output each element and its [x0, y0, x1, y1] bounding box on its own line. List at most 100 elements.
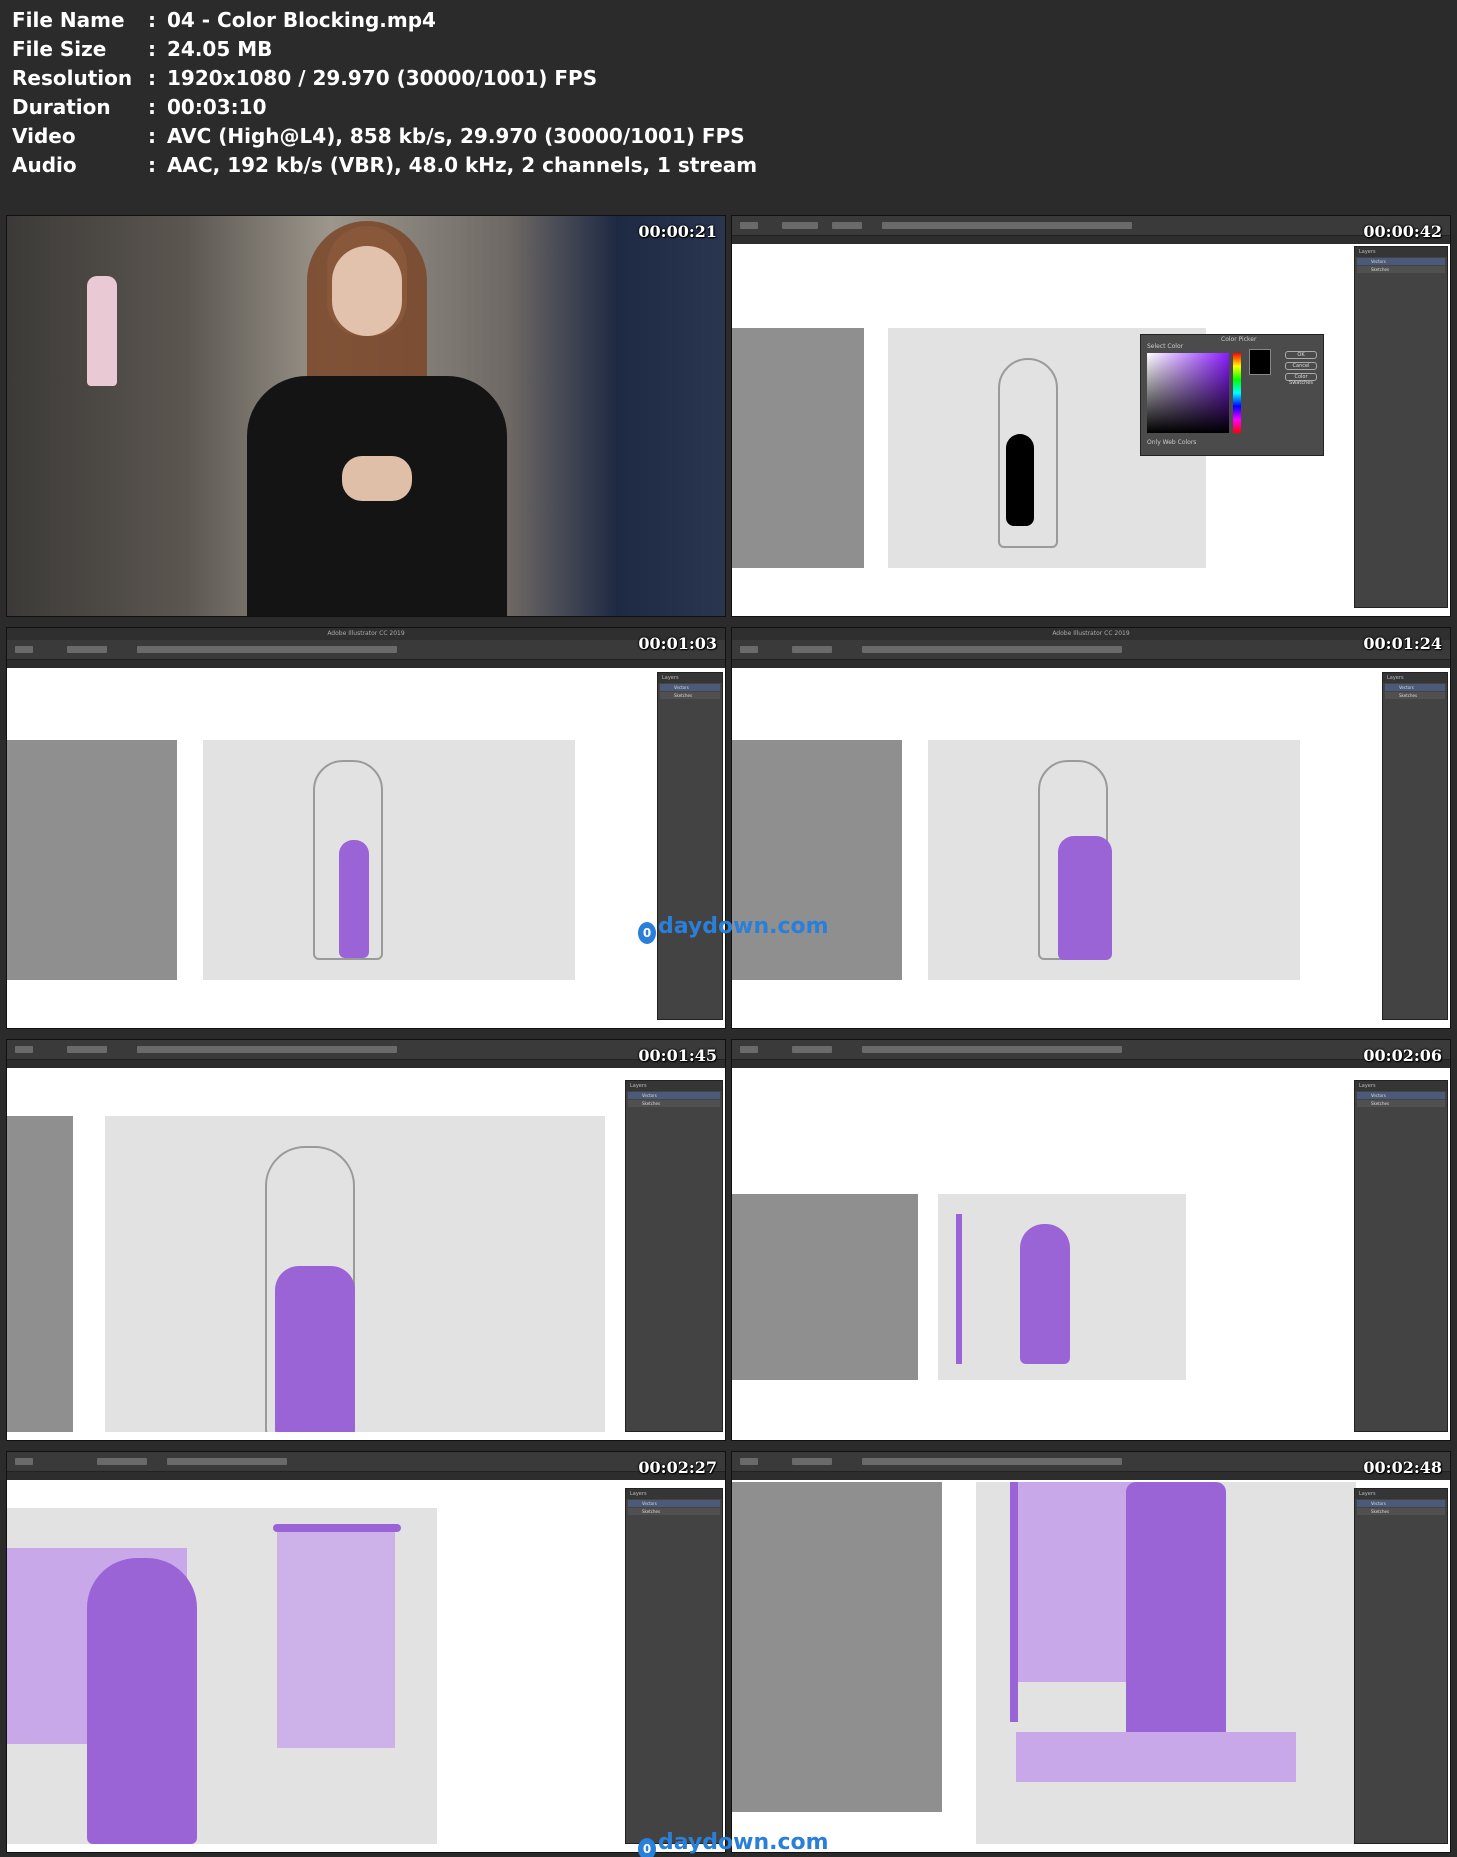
thumbnail-1[interactable]: 00:00:21 [6, 215, 726, 617]
layers-tab[interactable]: Layers [630, 1083, 647, 1089]
purple-pole [956, 1214, 962, 1364]
hue-slider[interactable] [1233, 353, 1241, 433]
only-web-colors-checkbox[interactable]: Only Web Colors [1147, 439, 1196, 446]
media-info-key: Resolution [12, 66, 133, 90]
media-info: File Name:04 - Color Blocking.mp4 File Si… [12, 6, 757, 180]
color-picker-dialog[interactable]: Color Picker Select Color OK Cancel Colo… [1140, 334, 1324, 456]
artboard-main [976, 1482, 1356, 1844]
control-bar [732, 640, 1450, 660]
artboard-sketch [732, 328, 864, 568]
layers-tab[interactable]: Layers [1387, 675, 1404, 681]
purple-figure [1020, 1224, 1070, 1364]
layer-sketches[interactable]: Sketches [1357, 1508, 1445, 1515]
timestamp: 00:02:48 [1363, 1458, 1442, 1477]
color-swatches-button[interactable]: Color Swatches [1285, 373, 1317, 386]
media-info-key: Video [12, 124, 76, 148]
layer-vectors[interactable]: Vectors [1357, 1500, 1445, 1507]
layer-vectors[interactable]: Vectors [628, 1500, 720, 1507]
thumbnail-7[interactable]: Layers Vectors Sketches 00:02:27 [6, 1451, 726, 1853]
layers-tab[interactable]: Layers [662, 675, 679, 681]
document-tab [732, 660, 1450, 668]
bottle [87, 276, 117, 386]
window-title: Adobe Illustrator CC 2019 [7, 628, 725, 640]
thumbnail-3[interactable]: Adobe Illustrator CC 2019 Layers Vectors… [6, 627, 726, 1029]
select-color-label: Select Color [1147, 343, 1184, 350]
layer-sketches[interactable]: Sketches [1357, 266, 1445, 273]
layers-panel[interactable]: Layers Vectors Sketches [1382, 672, 1448, 1020]
layer-sketches[interactable]: Sketches [628, 1508, 720, 1515]
layer-vectors[interactable]: Vectors [660, 684, 720, 691]
layers-panel[interactable]: Layers Vectors Sketches [657, 672, 723, 1020]
watermark-logo-icon: 0 [638, 922, 656, 944]
timestamp: 00:01:45 [638, 1046, 717, 1065]
purple-rod [273, 1524, 401, 1532]
thumbnail-5[interactable]: Layers Vectors Sketches 00:01:45 [6, 1039, 726, 1441]
layers-panel[interactable]: Layers Vectors Sketches [1354, 1488, 1448, 1844]
media-info-value: 1920x1080 / 29.970 (30000/1001) FPS [167, 66, 598, 90]
purple-legs [1058, 836, 1112, 960]
color-picker-title: Color Picker [1221, 336, 1257, 343]
watermark-logo: 0 daydown.com [638, 1830, 829, 1857]
media-info-row: Audio: AAC, 192 kb/s (VBR), 48.0 kHz, 2 c… [12, 151, 757, 180]
control-bar [7, 1040, 725, 1060]
document-tab [7, 1472, 725, 1480]
black-shape [1006, 434, 1034, 526]
media-info-separator: : [148, 37, 156, 61]
artboard-main [203, 740, 575, 980]
layer-sketches[interactable]: Sketches [1385, 692, 1445, 699]
purple-figure [87, 1558, 197, 1844]
media-info-value: 00:03:10 [167, 95, 267, 119]
layers-tab[interactable]: Layers [630, 1491, 647, 1497]
watermark-logo: 0 daydown.com [638, 914, 829, 944]
ok-button[interactable]: OK [1285, 351, 1317, 359]
media-info-row: File Size:24.05 MB [12, 35, 757, 64]
media-info-value: 24.05 MB [167, 37, 273, 61]
document-tab [7, 660, 725, 668]
layer-sketches[interactable]: Sketches [1357, 1100, 1445, 1107]
purple-pole [1010, 1482, 1018, 1722]
timestamp: 00:00:21 [638, 222, 717, 241]
layers-panel[interactable]: Layers Vectors Sketches [1354, 246, 1448, 608]
layer-vectors[interactable]: Vectors [1357, 1092, 1445, 1099]
layers-tab[interactable]: Layers [1359, 1491, 1376, 1497]
artboard-main [938, 1194, 1186, 1380]
layer-sketches[interactable]: Sketches [628, 1100, 720, 1107]
media-info-key: File Size [12, 37, 107, 61]
layers-panel[interactable]: Layers Vectors Sketches [1354, 1080, 1448, 1432]
artboard-sketch [732, 740, 902, 980]
presenter [227, 221, 527, 616]
watermark-text: daydown.com [658, 914, 829, 939]
thumbnail-6[interactable]: Layers Vectors Sketches 00:02:06 [731, 1039, 1451, 1441]
purple-legs [275, 1266, 355, 1432]
media-info-row: Video: AVC (High@L4), 858 kb/s, 29.970 (3… [12, 122, 757, 151]
purple-floor [1016, 1732, 1296, 1782]
purple-leg [339, 840, 369, 958]
layer-vectors[interactable]: Vectors [1385, 684, 1445, 691]
document-tab [7, 1060, 725, 1068]
media-info-row: Duration:00:03:10 [12, 93, 757, 122]
media-info-value: 04 - Color Blocking.mp4 [167, 8, 436, 32]
layers-panel[interactable]: Layers Vectors Sketches [625, 1080, 723, 1432]
layers-panel[interactable]: Layers Vectors Sketches [625, 1488, 723, 1844]
timestamp: 00:02:06 [1363, 1046, 1442, 1065]
timestamp: 00:00:42 [1363, 222, 1442, 241]
media-info-row: File Name:04 - Color Blocking.mp4 [12, 6, 757, 35]
thumbnail-2[interactable]: Color Picker Select Color OK Cancel Colo… [731, 215, 1451, 617]
document-tab [732, 236, 1450, 244]
cancel-button[interactable]: Cancel [1285, 362, 1317, 370]
artboard-main [928, 740, 1300, 980]
light-purple-window [277, 1528, 395, 1748]
color-field[interactable] [1147, 353, 1229, 433]
media-info-key: Audio [12, 153, 77, 177]
artboard-sketch [7, 1116, 73, 1432]
layer-vectors[interactable]: Vectors [628, 1092, 720, 1099]
media-info-value: AVC (High@L4), 858 kb/s, 29.970 (30000/1… [167, 124, 745, 148]
thumbnail-8[interactable]: Layers Vectors Sketches 00:02:48 [731, 1451, 1451, 1853]
thumbnail-4[interactable]: Adobe Illustrator CC 2019 Layers Vectors… [731, 627, 1451, 1029]
layers-tab[interactable]: Layers [1359, 1083, 1376, 1089]
media-info-value: AAC, 192 kb/s (VBR), 48.0 kHz, 2 channel… [167, 153, 758, 177]
media-info-separator: : [148, 95, 156, 119]
layer-vectors[interactable]: Vectors [1357, 258, 1445, 265]
layers-tab[interactable]: Layers [1359, 249, 1376, 255]
layer-sketches[interactable]: Sketches [660, 692, 720, 699]
